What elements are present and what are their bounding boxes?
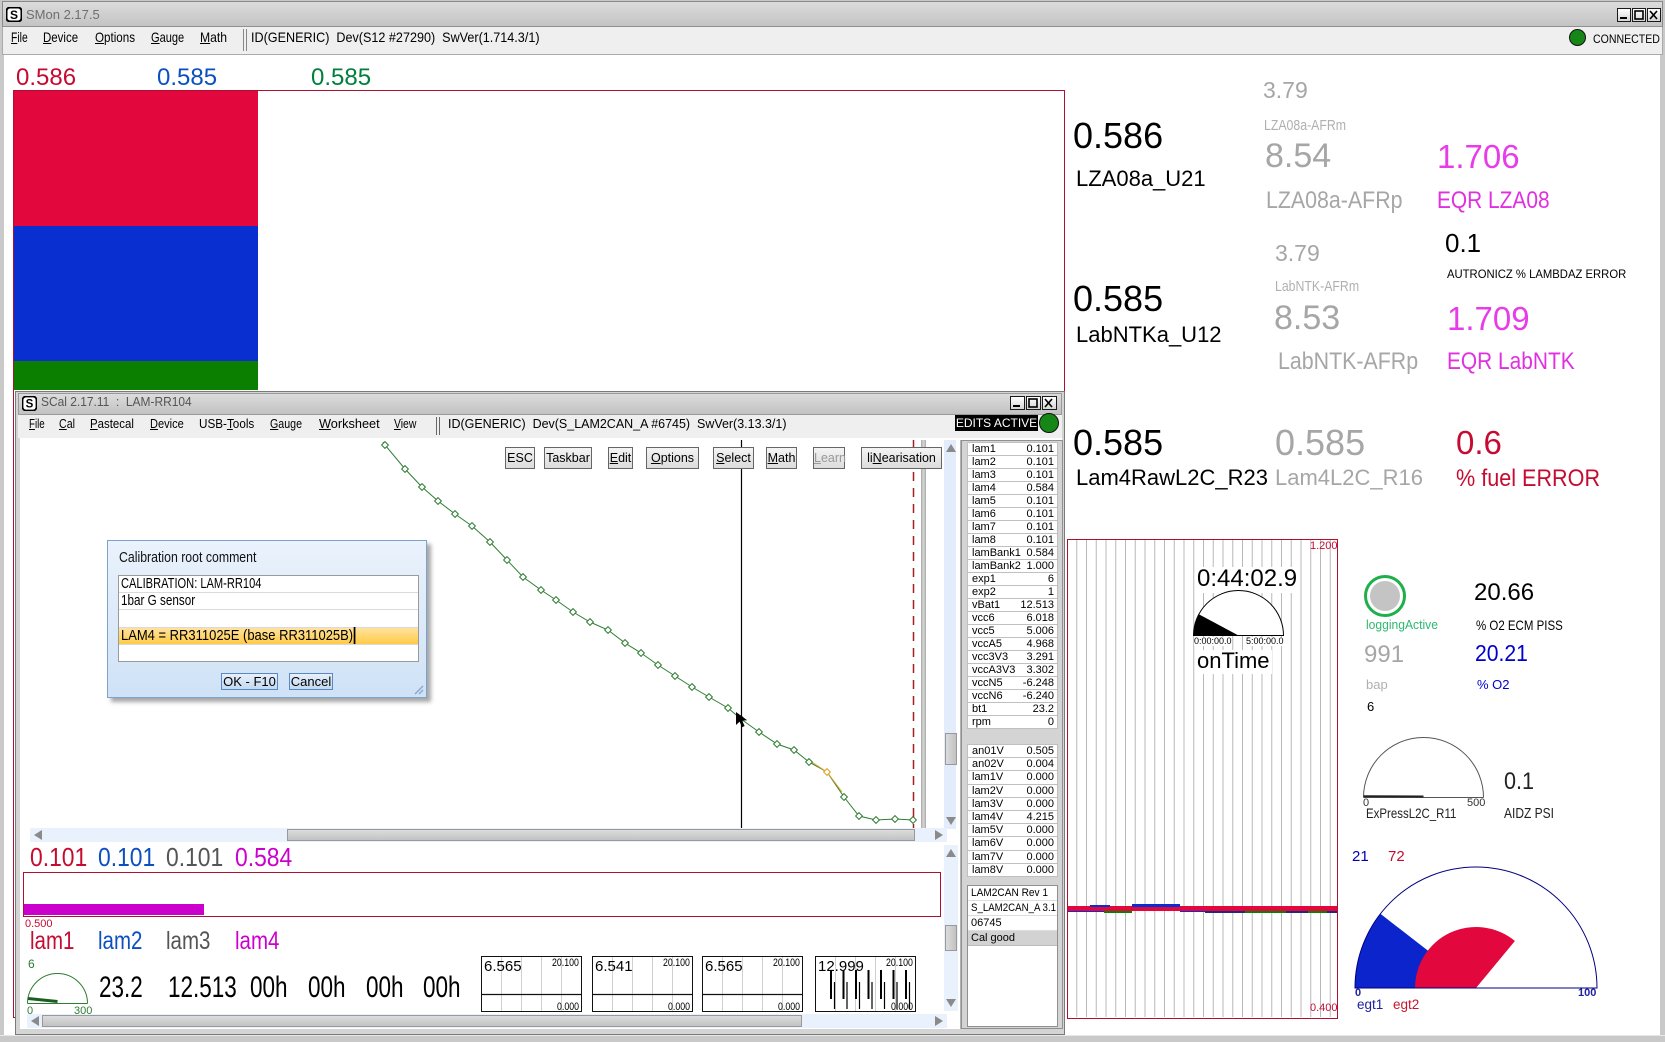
- svg-text:S: S: [10, 8, 18, 22]
- svg-text:S: S: [26, 399, 34, 411]
